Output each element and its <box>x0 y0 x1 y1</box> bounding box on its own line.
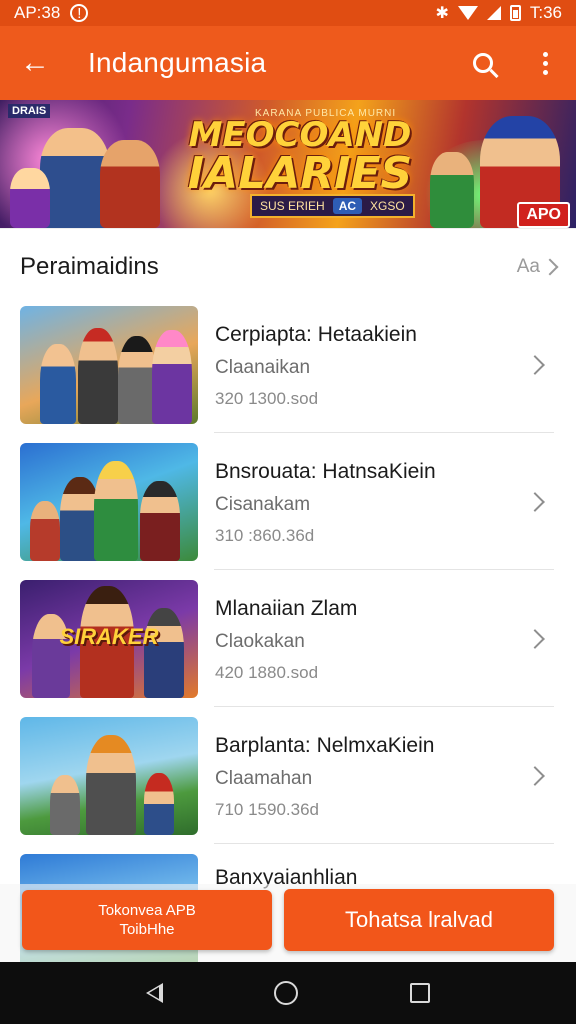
item-subtitle: Claanaikan <box>215 356 311 378</box>
secondary-action-button[interactable]: Tokonvea APB ToibHhe <box>22 890 272 950</box>
bottom-action-bar: Tokonvea APB ToibHhe Tohatsa lralvad <box>0 884 576 962</box>
banner-badge: APO <box>517 202 570 228</box>
notification-icon: ! <box>70 4 89 22</box>
more-vert-icon <box>542 51 548 75</box>
item-title: Barplanta: NelmxaKiein <box>215 733 435 757</box>
overflow-menu-button[interactable] <box>514 26 576 100</box>
item-title: Mlanaiian Zlam <box>215 596 358 620</box>
list-item[interactable]: Barplanta: NelmxaKiein Claamahan 710 159… <box>0 707 576 844</box>
chevron-right-icon <box>541 258 559 275</box>
banner-title-line1: MEOCOAND <box>188 115 412 155</box>
thumbnail-caption: SIRAKER <box>59 623 159 649</box>
list-item-text: Cerpiapta: Hetaakiein Claanaikan 320 130… <box>215 321 528 409</box>
game-thumbnail <box>20 442 198 561</box>
list-item-text: Mlanaiian Zlam Claokakan 420 1880.sod <box>215 595 528 683</box>
secondary-button-line1: Tokonvea APB <box>98 901 196 919</box>
section-more-label: Aa <box>516 255 540 277</box>
list-item-text: Barplanta: NelmxaKiein Claamahan 710 159… <box>215 732 528 820</box>
search-button[interactable] <box>452 26 514 100</box>
list-item[interactable]: SIRAKER Mlanaiian Zlam Claokakan 420 188… <box>0 570 576 707</box>
item-meta: 320 1300.sod <box>215 388 319 408</box>
item-title: Bnsrouata: HatnsaKiein <box>215 459 436 483</box>
secondary-button-line2: ToibHhe <box>119 921 175 938</box>
banner-title: MEOCOAND IALARIES <box>185 118 415 196</box>
nav-home-icon[interactable] <box>274 981 299 1005</box>
chevron-right-icon <box>525 354 545 375</box>
battery-icon <box>509 5 521 21</box>
item-subtitle: Claamahan <box>215 767 313 789</box>
item-subtitle: Claokakan <box>215 630 305 652</box>
list-item[interactable]: Cerpiapta: Hetaakiein Claanaikan 320 130… <box>0 296 576 433</box>
chevron-right-icon <box>525 491 545 512</box>
banner-strip-text: SUS ERIEH <box>260 199 325 213</box>
status-bar: AP:38 ! ✱ T:36 <box>0 0 576 26</box>
chevron-right-icon <box>525 628 545 649</box>
search-icon <box>473 53 493 73</box>
banner-character <box>430 152 474 228</box>
wifi-icon <box>457 6 478 20</box>
banner-title-line2: IALARIES <box>187 148 413 199</box>
banner-character <box>10 168 50 228</box>
game-thumbnail <box>20 716 198 835</box>
arrow-left-icon: ← <box>20 46 50 79</box>
primary-action-button[interactable]: Tohatsa lralvad <box>284 889 554 951</box>
item-meta: 420 1880.sod <box>215 662 319 682</box>
item-meta: 310 :860.36d <box>215 525 315 545</box>
game-thumbnail <box>20 305 198 424</box>
game-thumbnail: SIRAKER <box>20 579 198 698</box>
banner-tag: DRAIS <box>8 104 51 118</box>
game-list: Cerpiapta: Hetaakiein Claanaikan 320 130… <box>0 296 576 981</box>
signal-icon <box>486 6 501 20</box>
back-button[interactable]: ← <box>0 26 70 100</box>
banner-strip: SUS ERIEH AC XGSO <box>250 194 415 218</box>
banner-strip-chip: AC <box>332 198 363 214</box>
item-meta: 710 1590.36d <box>215 799 319 819</box>
status-time: AP:38 <box>14 3 61 22</box>
section-title: Peraimaidins <box>20 252 159 280</box>
chevron-right-icon <box>525 765 545 786</box>
page-title: Indangumasia <box>88 47 267 78</box>
promo-banner[interactable]: DRAIS KARANA PUBLICA MURNI MEOCOAND IALA… <box>0 100 576 228</box>
banner-character <box>100 140 160 228</box>
banner-strip-right: XGSO <box>370 199 405 213</box>
section-more-link[interactable]: Aa <box>516 255 559 278</box>
status-right-text: T:36 <box>529 3 562 22</box>
list-item[interactable]: Bnsrouata: HatnsaKiein Cisanakam 310 :86… <box>0 433 576 570</box>
item-subtitle: Cisanakam <box>215 493 311 515</box>
item-title: Cerpiapta: Hetaakiein <box>215 322 417 346</box>
nav-back-icon[interactable] <box>145 983 163 1003</box>
nav-recents-icon[interactable] <box>410 983 431 1003</box>
bluetooth-icon: ✱ <box>435 5 449 22</box>
app-bar: ← Indangumasia <box>0 26 576 100</box>
section-header: Peraimaidins Aa <box>0 228 576 304</box>
system-nav-bar <box>0 962 576 1024</box>
list-item-text: Bnsrouata: HatnsaKiein Cisanakam 310 :86… <box>215 458 528 546</box>
